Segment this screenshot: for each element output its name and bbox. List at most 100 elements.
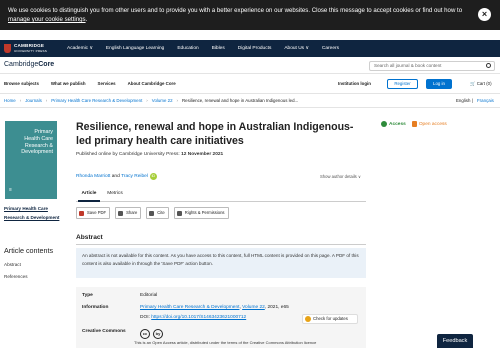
shield-icon — [4, 44, 11, 53]
cc-by-icon[interactable]: by — [153, 329, 163, 339]
abstract-heading: Abstract — [76, 234, 103, 241]
services-link[interactable]: Services — [98, 81, 116, 86]
register-button[interactable]: Register — [387, 79, 418, 89]
published-date: 12 November 2021 — [181, 152, 224, 157]
author-link[interactable]: Tracy Reibel — [121, 174, 148, 179]
nav-item-academic[interactable]: Academic ∨ — [67, 46, 93, 51]
nav-item-education[interactable]: Education — [177, 46, 198, 51]
pdf-icon — [79, 210, 84, 216]
author-separator: and — [111, 174, 120, 179]
info-value: Editorial — [140, 293, 158, 298]
info-label: Type — [82, 293, 93, 298]
nav-item-bibles[interactable]: Bibles — [212, 46, 225, 51]
breadcrumb-current: Resilience, renewal and hope in Australi… — [181, 98, 299, 103]
feedback-button[interactable]: Feedback — [437, 334, 473, 348]
cambridge-logo[interactable]: CAMBRIDGE UNIVERSITY PRESS — [4, 43, 47, 54]
article-title: Resilience, renewal and hope in Australi… — [76, 121, 354, 147]
cookie-message-suffix: . — [85, 16, 88, 23]
show-author-details-toggle[interactable]: Show author details ∨ — [320, 174, 361, 179]
quote-icon — [149, 210, 155, 216]
share-button[interactable]: Share — [115, 207, 142, 219]
cover-mark: ≡ — [9, 187, 12, 193]
cambridge-core-logo[interactable]: CambridgeCore — [4, 61, 54, 68]
check-icon — [381, 121, 387, 127]
cart-link[interactable]: 🛒 Cart (0) — [470, 81, 492, 87]
top-navigation: CAMBRIDGE UNIVERSITY PRESS Academic ∨ En… — [0, 40, 500, 57]
access-badges: Access Open access — [381, 121, 447, 127]
abstract-notice: An abstract is not available for this co… — [76, 248, 366, 278]
close-icon[interactable]: × — [478, 8, 491, 21]
doi-value: DOI: https://doi.org/10.1017/S1463423621… — [140, 315, 246, 320]
about-cambridge-core-link[interactable]: About Cambridge Core — [128, 81, 176, 86]
breadcrumb-journals[interactable]: Journals — [25, 98, 42, 103]
tab-article[interactable]: Article — [78, 188, 100, 202]
nav-item-about-us[interactable]: About Us ∨ — [284, 46, 309, 51]
author-link[interactable]: Rhonda Marriott — [76, 174, 110, 179]
contents-item-abstract[interactable]: Abstract — [4, 262, 21, 267]
breadcrumb-volume[interactable]: Volume 22 — [152, 98, 173, 103]
nav-item-digital-products[interactable]: Digital Products — [238, 46, 272, 51]
open-access-label: Open access — [418, 121, 447, 127]
copyright-icon — [176, 210, 182, 216]
article-info-table: Type Editorial Information Primary Healt… — [76, 287, 366, 348]
nav-item-careers[interactable]: Careers — [322, 46, 339, 51]
cover-title-line: Primary — [34, 129, 53, 135]
nav-item-english-language-learning[interactable]: English Language Learning — [106, 46, 164, 51]
language-english[interactable]: English — [456, 98, 470, 103]
info-row-information: Information Primary Health Care Research… — [82, 305, 289, 310]
access-label: Access — [389, 121, 406, 127]
top-nav-items: Academic ∨ English Language Learning Edu… — [67, 40, 352, 57]
divider — [76, 244, 366, 245]
login-button[interactable]: Log in — [426, 79, 452, 89]
orcid-icon[interactable]: iD — [149, 173, 157, 180]
institution-login-link[interactable]: Institution login — [338, 81, 371, 86]
what-we-publish-link[interactable]: What we publish — [51, 81, 86, 86]
core-title-prefix: Cambridge — [4, 61, 39, 68]
breadcrumb-home[interactable]: Home — [4, 98, 16, 103]
access-badge: Access — [381, 121, 406, 127]
cookie-settings-link[interactable]: manage your cookie settings — [8, 16, 86, 23]
cover-title-line: Development — [21, 149, 53, 156]
breadcrumb-journal[interactable]: Primary Health Care Research & Developme… — [51, 98, 142, 103]
open-access-badge: Open access — [411, 121, 447, 127]
cookie-message: We use cookies to distinguish you from o… — [8, 6, 473, 24]
divider — [0, 107, 500, 108]
check-for-updates-label: Check for updates — [313, 316, 348, 321]
check-for-updates-button[interactable]: Check for updates — [302, 314, 358, 324]
author-list: Rhonda Marriott and Tracy Reibel iD — [76, 173, 157, 180]
logo-line-2: UNIVERSITY PRESS — [14, 48, 48, 53]
search-input[interactable]: Search all journal & book content — [369, 61, 495, 71]
browse-subjects-link[interactable]: Browse subjects — [4, 81, 39, 86]
save-pdf-label: Save PDF — [87, 210, 107, 215]
cite-button[interactable]: Cite — [146, 207, 169, 219]
save-pdf-button[interactable]: Save PDF — [76, 207, 111, 219]
search-icon[interactable] — [486, 63, 491, 68]
published-line: Published online by Cambridge University… — [76, 152, 223, 157]
logo-line-1: CAMBRIDGE — [14, 43, 45, 48]
volume-link[interactable]: Volume 22 — [242, 305, 265, 310]
cc-icon[interactable]: cc — [140, 329, 150, 339]
share-label: Share — [126, 210, 138, 215]
article-contents-heading: Article contents — [4, 246, 54, 255]
info-row-creative-commons: Creative Commons cc by — [82, 329, 163, 339]
cookie-message-text: We use cookies to distinguish you from o… — [8, 7, 463, 14]
journal-cover[interactable]: Primary Health Care Research & Developme… — [5, 121, 57, 199]
journal-link[interactable]: Primary Health Care Research & Developme… — [140, 305, 239, 310]
contents-item-references[interactable]: References — [4, 274, 28, 279]
cookie-banner: We use cookies to distinguish you from o… — [0, 0, 500, 30]
core-title-bold: Core — [38, 61, 55, 68]
info-label: Information — [82, 305, 109, 310]
cover-title-line: Research & — [24, 142, 53, 149]
article-tabs: Article Metrics — [76, 188, 366, 202]
language-french[interactable]: Français — [477, 98, 494, 103]
language-switcher: English | Français — [456, 98, 494, 103]
rights-permissions-button[interactable]: Rights & Permissions — [173, 207, 229, 219]
doi-link[interactable]: https://doi.org/10.1017/S146342362100071… — [151, 315, 246, 320]
info-value: Primary Health Care Research & Developme… — [140, 305, 289, 310]
journal-link[interactable]: Primary Health Care Research & Developme… — [4, 204, 64, 222]
doi-prefix: DOI: — [140, 315, 150, 320]
year-page: , 2021, e65 — [264, 305, 289, 310]
breadcrumb: Home › Journals › Primary Health Care Rese… — [4, 98, 299, 103]
tab-metrics[interactable]: Metrics — [104, 188, 126, 202]
secondary-navigation: Browse subjects What we publish Services… — [0, 74, 500, 94]
